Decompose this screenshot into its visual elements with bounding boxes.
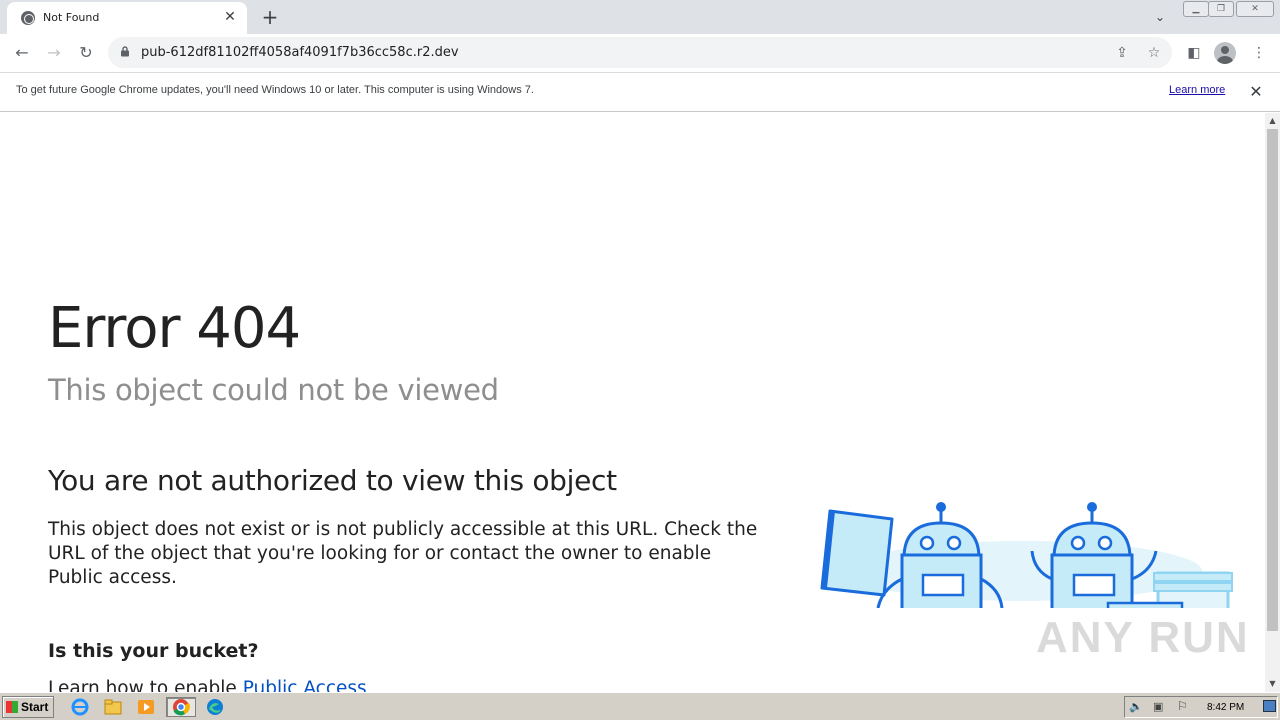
media-player-icon[interactable] [135, 697, 157, 717]
clock: 8:42 PM [1207, 702, 1245, 713]
tab-strip: Not Found ✕ + ⌄ ▁ ❐ ✕ [0, 0, 1280, 34]
error-title: Error 404 [48, 296, 301, 361]
back-icon[interactable]: ← [9, 40, 35, 66]
speaker-icon[interactable]: 🔈 [1129, 700, 1143, 713]
chrome-taskbar-button[interactable] [166, 697, 196, 717]
chevron-down-icon[interactable]: ⌄ [1150, 8, 1170, 26]
scroll-up-icon[interactable]: ▲ [1265, 114, 1280, 128]
minimize-button[interactable]: ▁ [1183, 1, 1209, 17]
watermark: ANY RUN [1036, 613, 1250, 662]
address-bar[interactable]: pub-612df81102ff4058af4091f7b36cc58c.r2.… [108, 37, 1172, 68]
folder-icon[interactable] [102, 697, 124, 717]
system-tray: 🔈 ▣ ⚐ [1124, 696, 1278, 718]
globe-icon [21, 11, 35, 25]
page-content: Error 404 This object could not be viewe… [0, 113, 1265, 692]
learn-more-link[interactable]: Learn more [1169, 84, 1225, 96]
lock-icon[interactable] [120, 46, 130, 57]
close-icon[interactable]: ✕ [1246, 82, 1266, 102]
infobar-message: To get future Google Chrome updates, you… [16, 84, 534, 96]
error-description: This object does not exist or is not pub… [48, 519, 758, 588]
chrome-icon [173, 699, 190, 716]
scroll-down-icon[interactable]: ▼ [1265, 677, 1280, 691]
flag-icon[interactable]: ⚐ [1177, 699, 1188, 713]
show-desktop-icon[interactable] [1263, 700, 1276, 712]
browser-tab[interactable]: Not Found ✕ [7, 2, 247, 34]
bucket-heading: Is this your bucket? [48, 640, 259, 662]
learn-line: Learn how to enable Public Access [48, 678, 367, 692]
edge-icon[interactable] [204, 697, 226, 717]
start-button[interactable]: Start [2, 696, 54, 718]
error-heading: You are not authorized to view this obje… [48, 464, 617, 497]
window-close-button[interactable]: ✕ [1236, 1, 1274, 17]
error-subtitle: This object could not be viewed [48, 373, 499, 407]
ie-icon[interactable] [69, 697, 91, 717]
new-tab-button[interactable]: + [258, 5, 282, 29]
toolbar: ← → ↻ pub-612df81102ff4058af4091f7b36cc5… [0, 34, 1280, 72]
restore-button[interactable]: ❐ [1208, 1, 1234, 17]
kebab-menu-icon[interactable]: ⋮ [1248, 42, 1270, 64]
forward-icon[interactable]: → [41, 40, 67, 66]
share-icon[interactable]: ⇪ [1112, 43, 1132, 63]
reload-icon[interactable]: ↻ [73, 40, 99, 66]
star-icon[interactable]: ☆ [1144, 43, 1164, 63]
sidepanel-icon[interactable]: ◧ [1183, 42, 1205, 64]
vertical-scrollbar[interactable]: ▲ ▼ [1265, 113, 1280, 692]
url-text[interactable]: pub-612df81102ff4058af4091f7b36cc58c.r2.… [141, 45, 459, 60]
sad-robots-illustration [820, 502, 1233, 608]
update-infobar: To get future Google Chrome updates, you… [0, 72, 1280, 112]
profile-icon[interactable] [1214, 42, 1236, 64]
tab-title: Not Found [43, 11, 100, 24]
taskbar: Start 🔈 ▣ ⚐ 8:42 PM [0, 692, 1280, 720]
public-access-link[interactable]: Public Access [243, 678, 367, 692]
network-icon[interactable]: ▣ [1153, 700, 1163, 713]
close-icon[interactable]: ✕ [221, 8, 239, 26]
scrollbar-thumb[interactable] [1267, 129, 1278, 631]
learn-prefix: Learn how to enable [48, 678, 243, 692]
